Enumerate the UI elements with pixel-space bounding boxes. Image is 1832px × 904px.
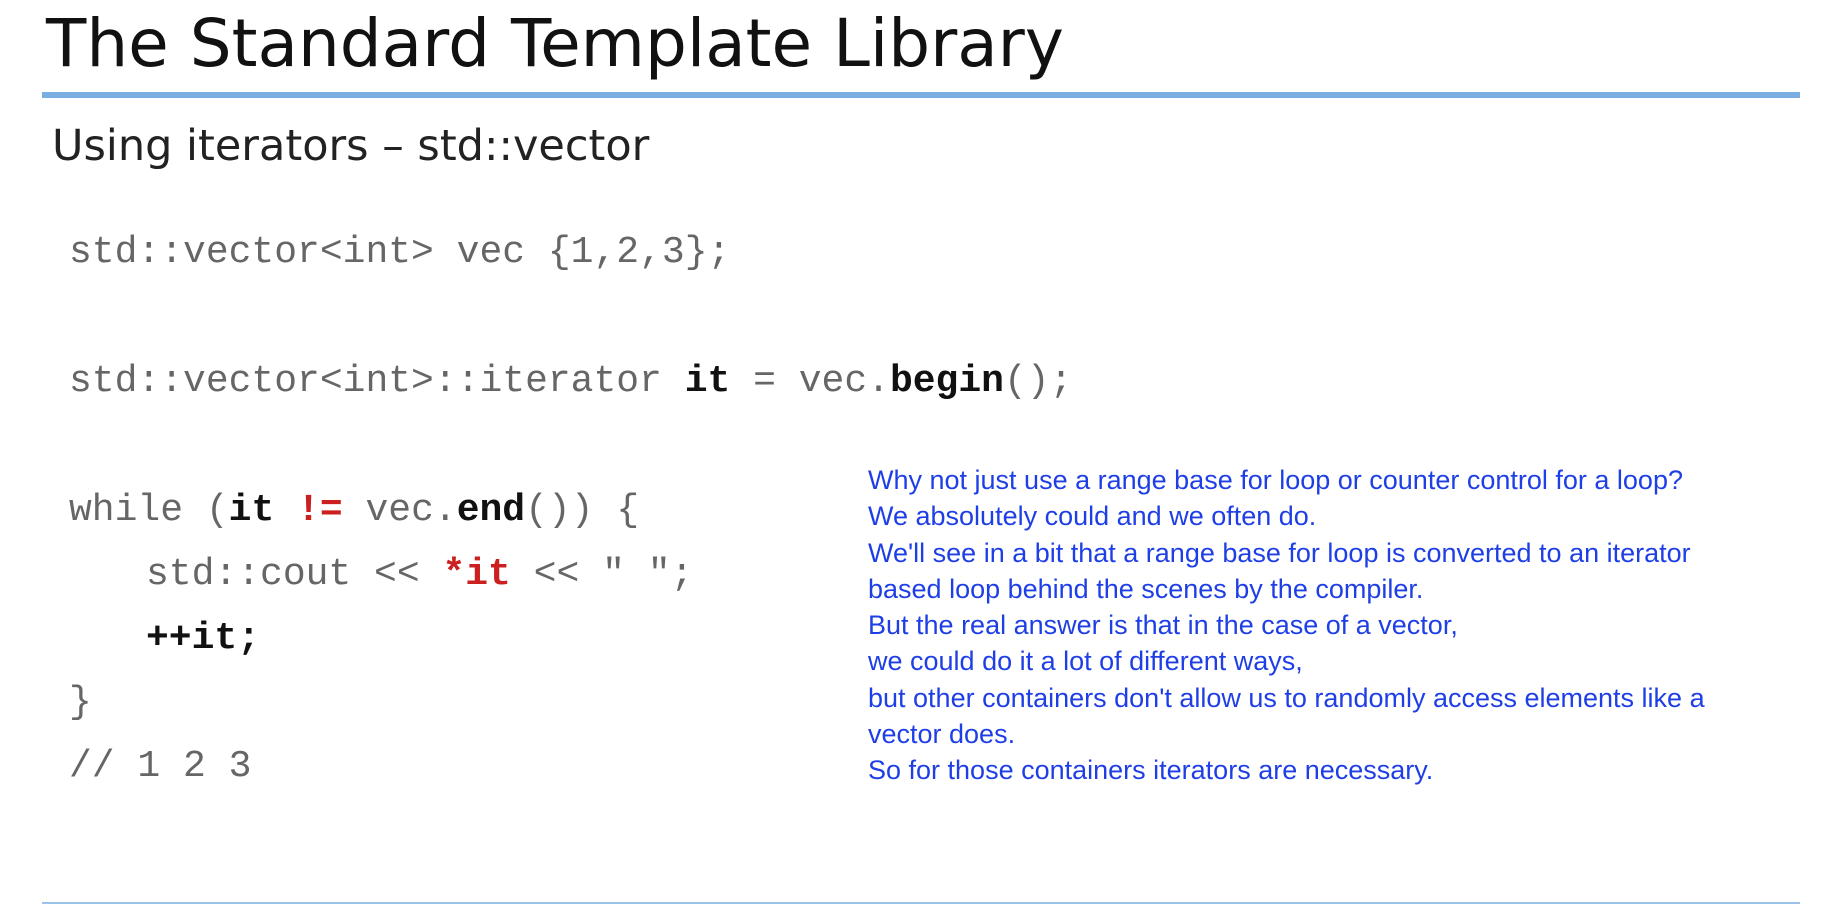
note-line: We'll see in a bit that a range base for… (868, 537, 1691, 568)
code-line-cout: std::cout << *it << " "; (146, 552, 693, 598)
code-token: ()) { (525, 489, 640, 532)
code-line-iterator-declaration: std::vector<int>::iterator it = vec.begi… (69, 359, 1072, 405)
code-token: = vec. (730, 360, 890, 403)
code-token-end: end (456, 489, 526, 532)
code-token-begin: begin (889, 360, 1004, 403)
note-line: But the real answer is that in the case … (868, 610, 1458, 641)
code-token: vec. (342, 489, 457, 532)
code-line-increment: ++it; (146, 616, 260, 662)
code-token-it: it (684, 360, 731, 403)
note-line: based loop behind the scenes by the comp… (868, 573, 1424, 604)
code-line-output-comment: // 1 2 3 (69, 745, 252, 788)
code-line-vector-declaration: std::vector<int> vec {1,2,3}; (69, 231, 731, 274)
code-token-it: it (228, 489, 275, 532)
note-line: vector does. (868, 719, 1016, 750)
annotation-note: Why not just use a range base for loop o… (868, 462, 1808, 789)
note-line: we could do it a lot of different ways, (868, 646, 1303, 677)
note-line: So for those containers iterators are ne… (868, 755, 1434, 786)
code-token: std::cout << (146, 553, 443, 596)
title-divider (42, 92, 1800, 98)
code-token: (); (1003, 360, 1073, 403)
code-token: while ( (69, 489, 229, 532)
code-token-increment: ++it; (146, 617, 261, 660)
code-token: std::vector<int>::iterator (69, 360, 685, 403)
note-line: We absolutely could and we often do. (868, 501, 1317, 532)
code-token-deref-it: *it (442, 553, 511, 596)
note-line: Why not just use a range base for loop o… (868, 465, 1683, 495)
code-line-close-brace: } (69, 681, 92, 724)
slide-subtitle: Using iterators – std::vector (52, 121, 650, 171)
slide-title: The Standard Template Library (46, 5, 1064, 82)
note-line: but other containers don't allow us to r… (868, 682, 1705, 713)
code-token: << " "; (510, 553, 694, 596)
code-token-not-equal: != (297, 489, 343, 532)
code-line-while: while (it != vec.end()) { (69, 488, 639, 534)
